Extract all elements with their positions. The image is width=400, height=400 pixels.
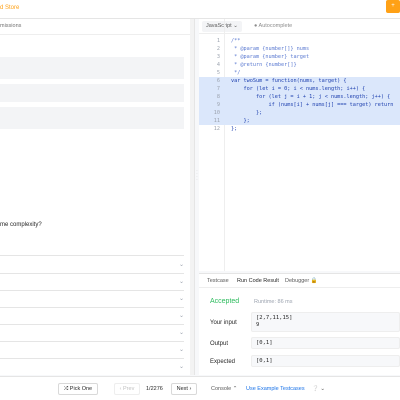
line-number: 5 xyxy=(216,70,220,76)
code-text[interactable]: if (nums[i] + nums[j] === target) return xyxy=(231,101,393,109)
code-text[interactable]: * @param {number} target xyxy=(231,53,309,61)
prev-button[interactable]: ‹ Prev xyxy=(114,383,140,395)
help-icon[interactable]: ❔ ⌄ xyxy=(312,386,325,392)
chevron-down-icon: ⌄ xyxy=(233,23,238,29)
line-number: 6 xyxy=(216,78,220,84)
accordion-row[interactable]: ⌄ xyxy=(0,308,184,325)
example-block xyxy=(0,57,184,79)
code-editor[interactable]: JavaScript ⌄ ● Autocomplete 1/** 2 * @par… xyxy=(199,19,400,271)
code-text[interactable]: }; xyxy=(231,109,262,117)
output-value: [0,1] xyxy=(251,337,400,349)
code-line[interactable]: 8 for (let j = i + 1; j < nums.length; j… xyxy=(199,93,400,101)
line-number: 12 xyxy=(213,126,220,132)
line-number: 8 xyxy=(216,94,220,100)
code-lines[interactable]: 1/** 2 * @param {number[]} nums 3 * @param… xyxy=(199,37,400,133)
accordion-row[interactable]: ⌄ xyxy=(0,291,184,308)
console-tabs: Testcase Run Code Result Debugger 🔒 xyxy=(199,274,400,288)
code-text[interactable]: for (let i = 0; i < nums.length; i++) { xyxy=(231,85,365,93)
chevron-down-icon: ⌄ xyxy=(178,364,184,370)
line-number: 3 xyxy=(216,54,220,60)
code-line[interactable]: 1 /** xyxy=(199,37,400,45)
line-number: 11 xyxy=(213,118,220,124)
input-nums: [2,7,11,15] xyxy=(256,315,293,321)
code-line[interactable]: 4 * @return {number[]} xyxy=(199,61,400,69)
expected-value: [0,1] xyxy=(251,355,400,367)
chevron-down-icon: ⌄ xyxy=(178,313,184,319)
example-block xyxy=(0,84,184,102)
code-line[interactable]: 2 * @param {number[]} nums xyxy=(199,45,400,53)
accordion-row[interactable]: ⌄ xyxy=(0,359,184,375)
code-line[interactable]: 3 * @param {number} target xyxy=(199,53,400,61)
tab-divider xyxy=(0,34,194,35)
chevron-down-icon: ⌄ xyxy=(178,279,184,285)
language-label: JavaScript xyxy=(206,23,232,29)
top-bar: d Store + xyxy=(0,0,400,19)
follow-up-text: me complexity? xyxy=(0,222,42,228)
chevron-down-icon: ⌄ xyxy=(178,347,184,353)
code-text[interactable]: var twoSum = function(nums, target) { xyxy=(231,77,347,85)
pick-one-button[interactable]: ⤮ Pick One xyxy=(58,383,98,395)
tab-testcase[interactable]: Testcase xyxy=(207,278,229,284)
runtime-label: Runtime: 86 ms xyxy=(254,299,293,305)
accordion-row[interactable]: ⌄ xyxy=(0,325,184,342)
accordion-row[interactable]: ⌄ xyxy=(0,257,184,274)
store-link[interactable]: d Store xyxy=(0,5,19,11)
console-toggle[interactable]: Console ⌃ xyxy=(211,386,237,392)
line-number: 7 xyxy=(216,86,220,92)
code-text[interactable]: * @return {number[]} xyxy=(231,61,296,69)
example-block xyxy=(0,107,184,129)
use-example-testcases-link[interactable]: Use Example Testcases xyxy=(246,386,305,392)
code-text[interactable]: * @param {number[]} nums xyxy=(231,45,309,53)
accordion-row[interactable]: ⌄ xyxy=(0,274,184,291)
code-text[interactable]: for (let j = i + 1; j < nums.length; j++… xyxy=(231,93,390,101)
code-line[interactable]: 7 for (let i = 0; i < nums.length; i++) … xyxy=(199,85,400,93)
autocomplete-toggle[interactable]: ● Autocomplete xyxy=(254,23,292,29)
bottom-bar: ⤮ Pick One ‹ Prev 1/2276 Next › Console … xyxy=(0,376,400,400)
chevron-down-icon: ⌄ xyxy=(178,296,184,302)
chevron-down-icon: ⌄ xyxy=(178,330,184,336)
divider xyxy=(0,255,184,256)
page-indicator: 1/2276 xyxy=(146,386,163,392)
autocomplete-label: Autocomplete xyxy=(258,23,293,29)
result-status: Accepted xyxy=(210,298,240,305)
input-target: 9 xyxy=(256,322,260,328)
line-number: 2 xyxy=(216,46,220,52)
editor-toolbar: JavaScript ⌄ ● Autocomplete xyxy=(199,19,400,34)
line-number: 4 xyxy=(216,62,220,68)
code-line[interactable]: 6 var twoSum = function(nums, target) { xyxy=(199,77,400,85)
tab-run-code-result[interactable]: Run Code Result xyxy=(237,278,279,284)
output-label: Output xyxy=(210,341,229,347)
code-text[interactable]: }; xyxy=(231,117,249,125)
code-text[interactable]: /** xyxy=(231,37,240,45)
code-line[interactable]: 5 */ xyxy=(199,69,400,77)
your-input-label: Your input xyxy=(210,320,237,326)
language-select[interactable]: JavaScript ⌄ xyxy=(202,21,242,32)
code-line[interactable]: 9 if (nums[i] + nums[j] === target) retu… xyxy=(199,101,400,109)
line-number: 10 xyxy=(213,110,220,116)
left-scrollbar[interactable] xyxy=(190,19,194,375)
code-line[interactable]: 12}; xyxy=(199,125,400,133)
premium-button[interactable]: + xyxy=(386,0,400,13)
expected-label: Expected xyxy=(210,359,236,365)
accordion-row[interactable]: ⌄ xyxy=(0,342,184,359)
code-line[interactable]: 10 }; xyxy=(199,109,400,117)
description-pane: missions me complexity? ⌄ ⌄ ⌄ ⌄ ⌄ ⌄ ⌄ xyxy=(0,19,195,375)
your-input-value: [2,7,11,15] 9 xyxy=(251,312,400,332)
code-line[interactable]: 11 }; xyxy=(199,117,400,125)
code-text[interactable]: */ xyxy=(231,69,240,77)
tab-debugger[interactable]: Debugger 🔒 xyxy=(285,278,318,284)
chevron-down-icon: ⌄ xyxy=(178,262,184,268)
tab-submissions[interactable]: missions xyxy=(0,23,21,29)
line-number: 9 xyxy=(216,102,220,108)
line-number: 1 xyxy=(216,38,220,44)
code-text[interactable]: }; xyxy=(231,125,237,133)
next-button[interactable]: Next › xyxy=(171,383,197,395)
console-panel: Testcase Run Code Result Debugger 🔒 Acce… xyxy=(199,273,400,375)
